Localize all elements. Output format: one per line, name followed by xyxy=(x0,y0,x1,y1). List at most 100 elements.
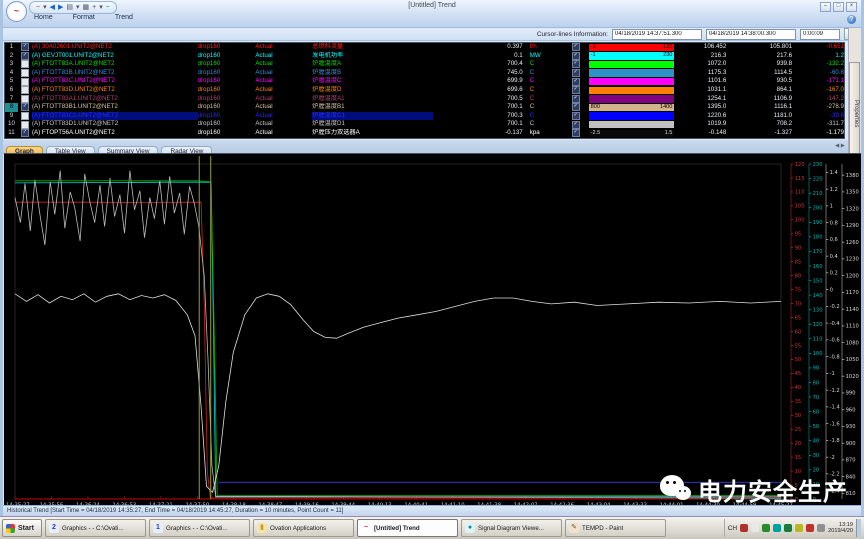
current-value: 700.3 xyxy=(433,112,523,121)
scale-checkbox[interactable]: ✓ xyxy=(572,95,580,103)
visibility-checkbox[interactable]: ✓ xyxy=(21,103,29,111)
color-scale-bar[interactable] xyxy=(589,112,675,119)
scale-checkbox[interactable]: ✓ xyxy=(572,60,580,68)
color-scale-bar[interactable] xyxy=(589,69,675,76)
pressure-axis-tick-label: -0.2 xyxy=(830,304,840,310)
points-table: 1✓(A) 30A02601.UNIT2@NET2drop160Actual总燃… xyxy=(4,42,845,139)
cursor2-time-field[interactable] xyxy=(706,29,796,40)
cursor-delta-field[interactable] xyxy=(800,29,840,40)
table-row[interactable]: 3(A) FTOTT83A.UNIT2@NET2drop160Actual炉膛温… xyxy=(5,60,844,69)
table-row[interactable]: 5(A) FTOTT83C.UNIT2@NET2drop160Actual炉膛温… xyxy=(5,77,844,86)
color-scale-bar[interactable] xyxy=(589,61,675,68)
tray-icon[interactable] xyxy=(773,524,781,532)
scale-checkbox[interactable]: ✓ xyxy=(572,52,580,60)
scale-checkbox[interactable]: ✓ xyxy=(572,43,580,51)
power-axis-tick-label: 150 xyxy=(813,278,823,284)
menu-item-format[interactable]: Format xyxy=(70,13,98,22)
taskbar-item-graphics-c-ovati-[interactable]: 2Graphics - - C:\Ovati... xyxy=(45,519,146,537)
tray-icon[interactable] xyxy=(795,524,803,532)
color-scale-bar[interactable]: 8001400 xyxy=(589,104,675,111)
tray-icon[interactable] xyxy=(762,524,770,532)
temperature-axis-tick-label: 1050 xyxy=(846,357,859,363)
temperature-axis-tick-label: 930 xyxy=(846,424,856,430)
engineering-unit: C xyxy=(523,112,563,121)
table-row[interactable]: 4(A) FTOTT83B.UNIT2@NET2drop160Actual炉膛温… xyxy=(5,69,844,78)
table-row[interactable]: 2✓(A) GEVJT001.UNIT2@NET2drop160Actual发电… xyxy=(5,52,844,61)
visibility-checkbox[interactable] xyxy=(21,112,29,120)
scale-checkbox[interactable]: ✓ xyxy=(572,103,580,111)
cursor-lines-bar: Cursor-lines Information: × xyxy=(3,28,861,41)
table-row[interactable]: 9(A) FTOTT83C1.UNIT2@NET2drop160Actual炉膛… xyxy=(5,112,844,121)
tab-scroll-arrows[interactable]: ◀ ▶ xyxy=(835,143,845,149)
color-scale-bar[interactable]: -1230 xyxy=(589,52,675,59)
table-row[interactable]: 7(A) FTOTT83A1.UNIT2@NET2drop160Actual炉膛… xyxy=(5,95,844,104)
table-row[interactable]: 11✓(A) FTOPT56A.UNIT2@NET2drop160Actual炉… xyxy=(5,129,844,138)
close-button[interactable]: × xyxy=(846,2,857,12)
language-indicator[interactable]: CH xyxy=(728,525,737,532)
pressure-axis-tick-label: 0.2 xyxy=(830,271,838,277)
menu-item-home[interactable]: Home xyxy=(31,13,56,22)
scale-checkbox[interactable]: ✓ xyxy=(572,86,580,94)
help-icon[interactable]: ? xyxy=(847,15,856,24)
pressure-axis-tick-label: 0.8 xyxy=(830,220,838,226)
cursor1-time-field[interactable] xyxy=(612,29,702,40)
point-description: 总燃料流量 xyxy=(312,43,433,52)
table-row[interactable]: 6(A) FTOTT83D.UNIT2@NET2drop160Actual炉膛温… xyxy=(5,86,844,95)
tray-icon[interactable] xyxy=(806,524,814,532)
tray-chart-icon[interactable] xyxy=(784,524,792,532)
fuel-axis-tick-label: 105 xyxy=(795,204,805,210)
visibility-checkbox[interactable] xyxy=(21,60,29,68)
pressure-axis-tick-label: -1 xyxy=(830,371,835,377)
color-scale-bar[interactable] xyxy=(589,95,675,102)
visibility-checkbox[interactable]: ✓ xyxy=(21,129,29,137)
folder-icon: ▮ xyxy=(257,523,267,533)
visibility-checkbox[interactable] xyxy=(21,95,29,103)
color-scale-bar[interactable]: -2.51.5 xyxy=(589,130,675,137)
visibility-checkbox[interactable]: ✓ xyxy=(21,52,29,60)
window-title: [Untitled] Trend xyxy=(3,2,861,9)
tray-icon[interactable] xyxy=(817,524,825,532)
cursor1-value: 1254.1 xyxy=(674,95,726,104)
menu-item-trend[interactable]: Trend xyxy=(112,13,136,22)
visibility-checkbox[interactable]: ✓ xyxy=(21,43,29,51)
color-scale-bar[interactable] xyxy=(589,121,675,128)
taskbar-item--untitled-trend[interactable]: ~[Untitled] Trend xyxy=(357,519,458,537)
tray-icon[interactable] xyxy=(740,524,748,532)
taskbar-item-ovation-applications[interactable]: ▮Ovation Applications xyxy=(253,519,354,537)
visibility-checkbox[interactable] xyxy=(21,78,29,86)
scale-checkbox[interactable]: ✓ xyxy=(572,121,580,129)
title-bar: ~ ~▾◀▶▤▾▦+▾~ [Untitled] Trend – □ × Home… xyxy=(3,0,861,28)
taskbar-item-graphics-c-ovati-[interactable]: 1Graphics - - C:\Ovati... xyxy=(149,519,250,537)
tray-flag-icon[interactable] xyxy=(751,524,759,532)
trend-graph[interactable]: 14:35:2714:35:5614:36:2414:36:5314:37:21… xyxy=(4,153,861,506)
visibility-checkbox[interactable] xyxy=(21,69,29,77)
power-axis-tick-label: 100 xyxy=(813,351,823,357)
taskbar-item-tempd-paint[interactable]: ✎TEMPD - Paint xyxy=(565,519,666,537)
taskbar-clock[interactable]: 13:19 2019/4/20 xyxy=(828,522,853,534)
current-value: 700.1 xyxy=(433,103,523,112)
scale-checkbox[interactable]: ✓ xyxy=(572,78,580,86)
table-row[interactable]: 10(A) FTOTT83D1.UNIT2@NET2drop160Actual炉… xyxy=(5,120,844,129)
point-description: 炉膛温度C xyxy=(312,77,433,86)
fuel-axis-tick-label: 65 xyxy=(795,315,802,321)
scale-checkbox[interactable]: ✓ xyxy=(572,112,580,120)
scale-bar-fill xyxy=(589,130,675,137)
scale-checkbox[interactable]: ✓ xyxy=(572,129,580,137)
color-scale-bar[interactable]: -1120 xyxy=(589,44,675,51)
scale-checkbox[interactable]: ✓ xyxy=(572,69,580,77)
maximize-button[interactable]: □ xyxy=(833,2,844,12)
visibility-checkbox[interactable] xyxy=(21,121,29,129)
color-scale-bar[interactable] xyxy=(589,87,675,94)
table-row[interactable]: 8✓(A) FTOTT83B1.UNIT2@NET2drop160Actual炉… xyxy=(5,103,844,112)
visibility-checkbox[interactable] xyxy=(21,86,29,94)
current-value: 745.0 xyxy=(433,69,523,78)
start-button[interactable]: Start xyxy=(2,519,42,537)
taskbar-item-signal-diagram-viewe-[interactable]: ●Signal Diagram Viewe... xyxy=(461,519,562,537)
properties-tab[interactable]: Properties xyxy=(849,62,860,166)
table-row[interactable]: 1✓(A) 30A02601.UNIT2@NET2drop160Actual总燃… xyxy=(5,43,844,52)
color-scale-bar[interactable] xyxy=(589,78,675,85)
row-number: 2 xyxy=(5,52,18,61)
drop-name: drop160 xyxy=(198,112,256,121)
show-desktop-button[interactable] xyxy=(856,519,861,537)
minimize-button[interactable]: – xyxy=(820,2,831,12)
